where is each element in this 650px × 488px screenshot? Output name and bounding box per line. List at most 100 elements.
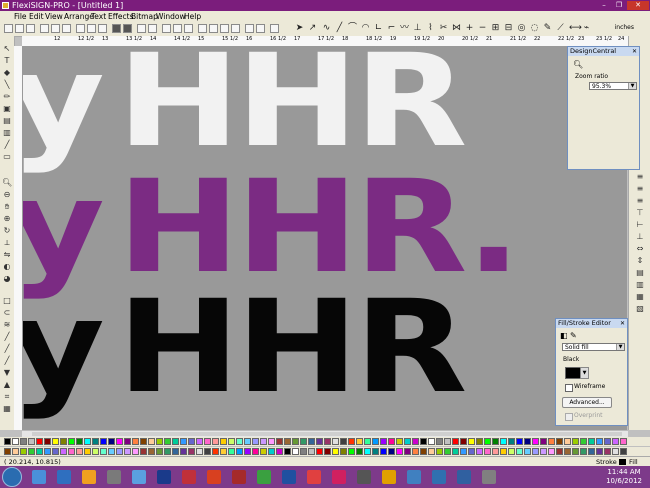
knife-tool-icon[interactable]: ╱ [2, 140, 12, 149]
symmetric-icon[interactable]: ⌇ [426, 24, 435, 33]
color-swatch[interactable] [20, 448, 27, 455]
color-swatch[interactable] [380, 448, 387, 455]
cut-contour-icon[interactable] [184, 24, 193, 33]
taskbar-app-icon[interactable] [307, 470, 321, 484]
color-swatch[interactable] [388, 438, 395, 445]
emboss-tool-icon[interactable]: ▦ [2, 404, 12, 413]
paint-tool-icon[interactable]: ▣ [2, 104, 12, 113]
color-swatch[interactable] [140, 438, 147, 445]
color-swatch[interactable] [492, 438, 499, 445]
color-swatch[interactable] [268, 448, 275, 455]
taskbar-app-icon[interactable] [457, 470, 471, 484]
color-swatch[interactable] [556, 438, 563, 445]
color-swatch[interactable] [148, 438, 155, 445]
color-swatch[interactable] [92, 438, 99, 445]
output-icon[interactable] [173, 24, 182, 33]
color-swatch[interactable] [4, 448, 11, 455]
taskbar-app-icon[interactable] [282, 470, 296, 484]
pen-icon[interactable]: ✎ [543, 24, 552, 33]
color-swatch[interactable] [228, 438, 235, 445]
color-swatch[interactable] [36, 448, 43, 455]
menu-arrange[interactable]: Arrange [64, 11, 94, 22]
color-swatch[interactable] [565, 367, 581, 379]
color-swatch[interactable] [388, 448, 395, 455]
pointer-tool-icon[interactable]: ↖ [2, 44, 12, 53]
color-swatch[interactable] [460, 438, 467, 445]
color-swatch[interactable] [420, 438, 427, 445]
color-swatch[interactable] [516, 448, 523, 455]
color-swatch[interactable] [260, 448, 267, 455]
taskbar-app-icon[interactable] [407, 470, 421, 484]
color-swatch[interactable] [44, 448, 51, 455]
align-bottom-icon[interactable]: ⊥ [635, 232, 645, 241]
color-swatch[interactable] [220, 438, 227, 445]
color-swatch[interactable] [108, 448, 115, 455]
color-swatch[interactable] [588, 448, 595, 455]
color-swatch[interactable] [132, 448, 139, 455]
color-swatch[interactable] [100, 448, 107, 455]
rip-icon[interactable] [162, 24, 171, 33]
color-swatch[interactable] [436, 448, 443, 455]
color-swatch[interactable] [220, 448, 227, 455]
airbrush-tool-icon[interactable]: ╱ [2, 344, 12, 353]
color-wheel-icon[interactable] [245, 24, 254, 33]
color-swatch[interactable] [484, 448, 491, 455]
zoom-out-tool-icon[interactable]: ⊖ [2, 190, 12, 199]
color-swatch[interactable] [372, 448, 379, 455]
color-swatch[interactable] [572, 438, 579, 445]
color-swatch[interactable] [164, 438, 171, 445]
knife-icon[interactable]: ⟋ [556, 24, 565, 33]
taskbar-app-icon[interactable] [432, 470, 446, 484]
design-canvas[interactable]: y HHR y HHR. y HHR [23, 46, 627, 430]
bezier-icon[interactable]: ∿ [322, 24, 331, 33]
select-arrow-icon[interactable]: ➤ [295, 24, 304, 33]
help-icon[interactable] [270, 24, 279, 33]
redo-icon[interactable] [123, 24, 132, 33]
pan-tool-icon[interactable]: ✋︎ [2, 202, 12, 211]
canvas-text-black[interactable]: HHR [117, 284, 468, 412]
line-icon[interactable]: ╱ [335, 24, 344, 33]
color-swatch[interactable] [436, 438, 443, 445]
color-swatch[interactable] [316, 448, 323, 455]
color-swatch[interactable] [348, 438, 355, 445]
panel-close-icon[interactable]: ✕ [620, 319, 625, 328]
node-arrow-icon[interactable]: ↗ [308, 24, 317, 33]
align-center-icon[interactable]: ≡ [635, 184, 645, 193]
color-swatch[interactable] [596, 438, 603, 445]
color-swatch[interactable] [364, 438, 371, 445]
color-swatch[interactable] [76, 438, 83, 445]
taskbar-app-icon[interactable] [132, 470, 146, 484]
panel-close-icon[interactable]: ✕ [632, 47, 637, 56]
color-swatch[interactable] [284, 438, 291, 445]
color-swatch[interactable] [268, 438, 275, 445]
bring-front-icon[interactable] [198, 24, 207, 33]
color-swatch[interactable] [572, 448, 579, 455]
color-swatch[interactable] [172, 448, 179, 455]
menu-window[interactable]: Window [156, 11, 186, 22]
color-swatch[interactable] [508, 438, 515, 445]
grid-icon[interactable]: ▦ [635, 292, 645, 301]
measure-icon[interactable]: ⟷ [569, 24, 582, 33]
pen-tool-icon[interactable]: ╲ [2, 80, 12, 89]
color-swatch[interactable] [52, 448, 59, 455]
color-swatch[interactable] [564, 438, 571, 445]
color-swatch[interactable] [396, 448, 403, 455]
taskbar-app-icon[interactable] [32, 470, 46, 484]
taskbar-app-icon[interactable] [482, 470, 496, 484]
color-swatch[interactable] [156, 448, 163, 455]
color-swatch[interactable] [412, 448, 419, 455]
color-swatch[interactable] [516, 438, 523, 445]
taskbar-app-icon[interactable] [207, 470, 221, 484]
menu-effects[interactable]: Effects [108, 11, 134, 22]
taskbar-app-icon[interactable] [182, 470, 196, 484]
angle-icon[interactable]: ∟ [374, 24, 383, 33]
menu-text[interactable]: Text [91, 11, 106, 22]
color-swatch[interactable] [564, 448, 571, 455]
new-file-icon[interactable] [4, 24, 13, 33]
color-swatch[interactable] [180, 448, 187, 455]
color-swatch[interactable] [500, 438, 507, 445]
color-swatch[interactable] [468, 448, 475, 455]
color-swatch[interactable] [116, 438, 123, 445]
color-swatch[interactable] [548, 448, 555, 455]
curve-icon[interactable]: ⌒ [348, 24, 357, 33]
